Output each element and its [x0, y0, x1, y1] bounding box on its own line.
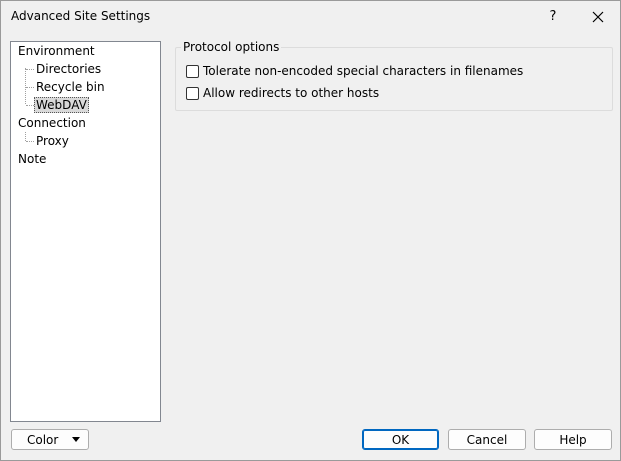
protocol-options-legend: Protocol options: [181, 40, 282, 54]
color-button-label: Color: [27, 432, 59, 447]
tree-item-webdav[interactable]: WebDAV: [34, 96, 89, 114]
tree-connector: [26, 69, 34, 70]
tree-item-proxy[interactable]: Proxy: [34, 132, 71, 150]
settings-tree[interactable]: Environment Directories Recycle bin WebD…: [10, 41, 161, 422]
title-bar: Advanced Site Settings ?: [1, 1, 620, 32]
tree-item-environment[interactable]: Environment: [16, 42, 97, 60]
tree-connector: [25, 68, 26, 104]
tree-item-recycle-bin[interactable]: Recycle bin: [34, 78, 107, 96]
dialog-title: Advanced Site Settings: [11, 9, 151, 23]
ok-button[interactable]: OK: [362, 429, 439, 450]
tree-item-connection[interactable]: Connection: [16, 114, 88, 132]
cancel-button[interactable]: Cancel: [448, 429, 526, 450]
help-button-label: Help: [559, 432, 587, 447]
tree-connector: [26, 87, 34, 88]
tree-connector: [25, 132, 26, 141]
allow-redirects-checkbox-row[interactable]: Allow redirects to other hosts: [186, 85, 379, 101]
help-icon: ?: [549, 9, 557, 24]
tree-connector: [26, 141, 34, 142]
title-help-button[interactable]: ?: [531, 1, 575, 32]
tree-item-note[interactable]: Note: [16, 150, 48, 168]
tolerate-non-encoded-checkbox-row[interactable]: Tolerate non-encoded special characters …: [186, 63, 523, 79]
title-close-button[interactable]: [576, 1, 620, 32]
tolerate-non-encoded-label[interactable]: Tolerate non-encoded special characters …: [203, 64, 523, 78]
protocol-options-group: [175, 47, 613, 111]
tolerate-non-encoded-checkbox[interactable]: [186, 64, 199, 78]
allow-redirects-checkbox[interactable]: [186, 86, 199, 100]
tree-item-directories[interactable]: Directories: [34, 60, 103, 78]
allow-redirects-label[interactable]: Allow redirects to other hosts: [203, 86, 379, 100]
advanced-site-settings-dialog: Advanced Site Settings ? Environment Dir…: [0, 0, 621, 461]
cancel-button-label: Cancel: [466, 432, 508, 447]
color-dropdown-button[interactable]: Color: [11, 429, 89, 450]
close-icon: [592, 11, 604, 22]
tree-connector: [26, 105, 34, 106]
help-button[interactable]: Help: [534, 429, 612, 450]
ok-button-label: OK: [391, 432, 410, 447]
chevron-down-icon: [72, 437, 80, 442]
